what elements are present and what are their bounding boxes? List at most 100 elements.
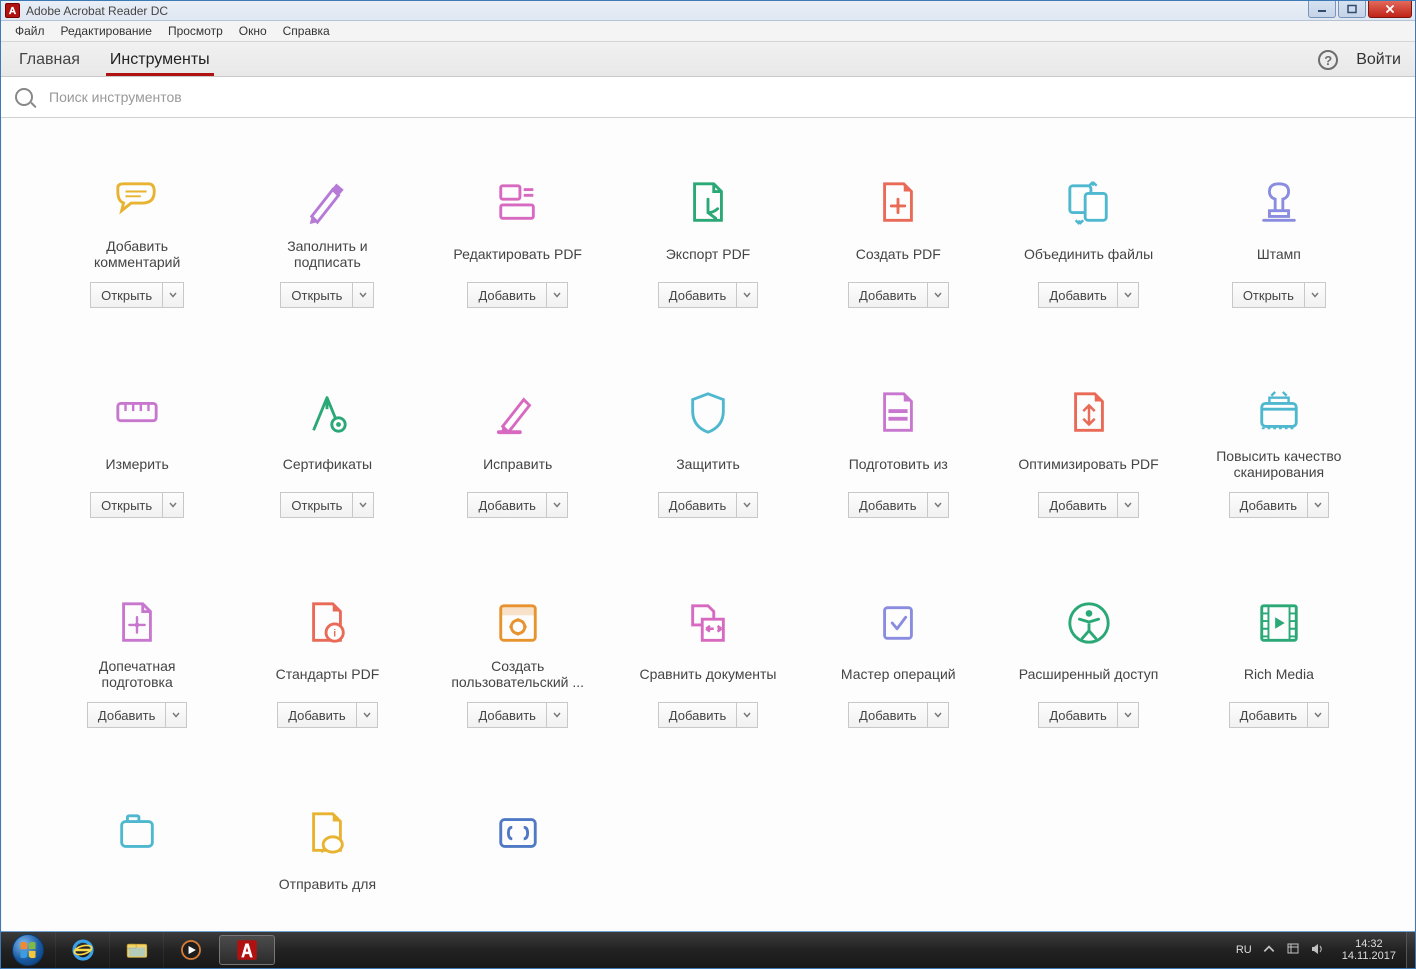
tool-action-button[interactable]: Добавить [467, 492, 567, 518]
tool-action-button[interactable]: Добавить [87, 702, 187, 728]
tool-index[interactable] [46, 808, 228, 902]
tool-action-button[interactable]: Добавить [1229, 492, 1329, 518]
tool-send[interactable]: Отправить для [236, 808, 418, 902]
tool-compare[interactable]: Сравнить документыДобавить [617, 598, 799, 728]
tool-fill-sign[interactable]: Заполнить и подписатьОткрыть [236, 178, 418, 308]
tool-measure[interactable]: ИзмеритьОткрыть [46, 388, 228, 518]
login-link[interactable]: Войти [1356, 51, 1401, 69]
tool-combine[interactable]: Объединить файлыДобавить [997, 178, 1179, 308]
tool-action-button[interactable]: Открыть [1232, 282, 1326, 308]
tool-action-button[interactable]: Открыть [280, 282, 374, 308]
tool-action-button[interactable]: Добавить [277, 702, 377, 728]
close-button[interactable] [1368, 1, 1412, 18]
tools-search-bar [1, 77, 1415, 118]
tool-action-button[interactable]: Добавить [658, 492, 758, 518]
tool-prepare[interactable]: Подготовить изДобавить [807, 388, 989, 518]
chevron-down-icon[interactable] [163, 283, 183, 307]
tool-custom-tool[interactable]: Создать пользовательский ...Добавить [427, 598, 609, 728]
tray-volume-icon[interactable] [1310, 942, 1324, 959]
tool-rich-media[interactable]: Rich MediaДобавить [1188, 598, 1370, 728]
tool-create-pdf[interactable]: Создать PDFДобавить [807, 178, 989, 308]
tool-certs[interactable]: СертификатыОткрыть [236, 388, 418, 518]
tool-action-button[interactable]: Добавить [1229, 702, 1329, 728]
tool-edit-pdf[interactable]: Редактировать PDFДобавить [427, 178, 609, 308]
chevron-down-icon[interactable] [357, 703, 377, 727]
combine-icon [1064, 178, 1114, 228]
tool-action-label: Добавить [659, 283, 737, 307]
taskbar-mediaplayer-icon[interactable] [163, 932, 217, 968]
chevron-down-icon[interactable] [353, 493, 373, 517]
tool-scan-enh[interactable]: Повысить качество сканирования Добавить [1188, 388, 1370, 518]
menu-view[interactable]: Просмотр [160, 22, 231, 40]
maximize-button[interactable] [1338, 1, 1366, 18]
chevron-down-icon[interactable] [1118, 493, 1138, 517]
tab-tools[interactable]: Инструменты [106, 45, 214, 76]
chevron-down-icon[interactable] [928, 283, 948, 307]
tool-action-button[interactable]: Добавить [467, 702, 567, 728]
tool-action-button[interactable]: Открыть [280, 492, 374, 518]
tool-action-button[interactable]: Добавить [467, 282, 567, 308]
chevron-down-icon[interactable] [353, 283, 373, 307]
tray-action-center-icon[interactable] [1286, 942, 1300, 959]
chevron-down-icon[interactable] [737, 493, 757, 517]
tool-accessibility[interactable]: Расширенный доступДобавить [997, 598, 1179, 728]
tool-action-button[interactable]: Добавить [658, 702, 758, 728]
chevron-down-icon[interactable] [547, 283, 567, 307]
tab-home[interactable]: Главная [15, 45, 84, 76]
menu-file[interactable]: Файл [7, 22, 53, 40]
chevron-down-icon[interactable] [928, 493, 948, 517]
tool-optimize[interactable]: Оптимизировать PDFДобавить [997, 388, 1179, 518]
tool-action-label: Открыть [281, 493, 353, 517]
tool-action-button[interactable]: Добавить [1038, 282, 1138, 308]
tool-stamp[interactable]: ШтампОткрыть [1188, 178, 1370, 308]
chevron-down-icon[interactable] [1118, 283, 1138, 307]
tray-chevron-up-icon[interactable] [1262, 942, 1276, 959]
chevron-down-icon[interactable] [163, 493, 183, 517]
chevron-down-icon[interactable] [1118, 703, 1138, 727]
tool-action-button[interactable]: Добавить [1038, 702, 1138, 728]
tray-language[interactable]: RU [1236, 944, 1252, 956]
tool-action-button[interactable]: Добавить [848, 702, 948, 728]
start-button[interactable] [1, 932, 55, 968]
search-input[interactable] [47, 88, 1401, 106]
show-desktop-button[interactable] [1406, 932, 1415, 968]
tool-javascript[interactable] [427, 808, 609, 902]
taskbar-explorer-icon[interactable] [109, 932, 163, 968]
tool-action-button[interactable]: Открыть [90, 282, 184, 308]
chevron-down-icon[interactable] [547, 703, 567, 727]
taskbar-ie-icon[interactable] [55, 932, 109, 968]
tool-action-button[interactable]: Открыть [90, 492, 184, 518]
tool-action-button[interactable]: Добавить [658, 282, 758, 308]
chevron-down-icon[interactable] [737, 283, 757, 307]
tool-comment[interactable]: Добавить комментарийОткрыть [46, 178, 228, 308]
tool-action-button[interactable]: Добавить [1038, 492, 1138, 518]
chevron-down-icon[interactable] [547, 493, 567, 517]
tool-action-label: Добавить [468, 283, 546, 307]
chevron-down-icon[interactable] [928, 703, 948, 727]
tool-preflight[interactable]: Допечатная подготовка Добавить [46, 598, 228, 728]
menu-window[interactable]: Окно [231, 22, 275, 40]
menu-edit[interactable]: Редактирование [53, 22, 160, 40]
tool-action-wiz[interactable]: Мастер операцийДобавить [807, 598, 989, 728]
taskbar-acrobat-icon[interactable] [219, 935, 275, 965]
taskbar-clock[interactable]: 14:32 14.11.2017 [1332, 932, 1406, 968]
chevron-down-icon[interactable] [737, 703, 757, 727]
tool-action-label: Добавить [659, 493, 737, 517]
minimize-button[interactable] [1308, 1, 1336, 18]
windows-taskbar: RU 14:32 14.11.2017 [1, 931, 1415, 968]
tool-export-pdf[interactable]: Экспорт PDFДобавить [617, 178, 799, 308]
compare-icon [683, 598, 733, 648]
tool-action-button[interactable]: Добавить [848, 282, 948, 308]
tool-action-button[interactable]: Добавить [848, 492, 948, 518]
chevron-down-icon[interactable] [1305, 283, 1325, 307]
tool-standards[interactable]: Стандарты PDFДобавить [236, 598, 418, 728]
chevron-down-icon[interactable] [1308, 703, 1328, 727]
tool-redact[interactable]: ИсправитьДобавить [427, 388, 609, 518]
tool-label: Повысить качество сканирования [1204, 446, 1354, 482]
tool-protect[interactable]: ЗащититьДобавить [617, 388, 799, 518]
help-icon[interactable]: ? [1318, 50, 1338, 70]
chevron-down-icon[interactable] [166, 703, 186, 727]
tool-label: Допечатная подготовка [62, 656, 212, 692]
chevron-down-icon[interactable] [1308, 493, 1328, 517]
menu-help[interactable]: Справка [275, 22, 338, 40]
